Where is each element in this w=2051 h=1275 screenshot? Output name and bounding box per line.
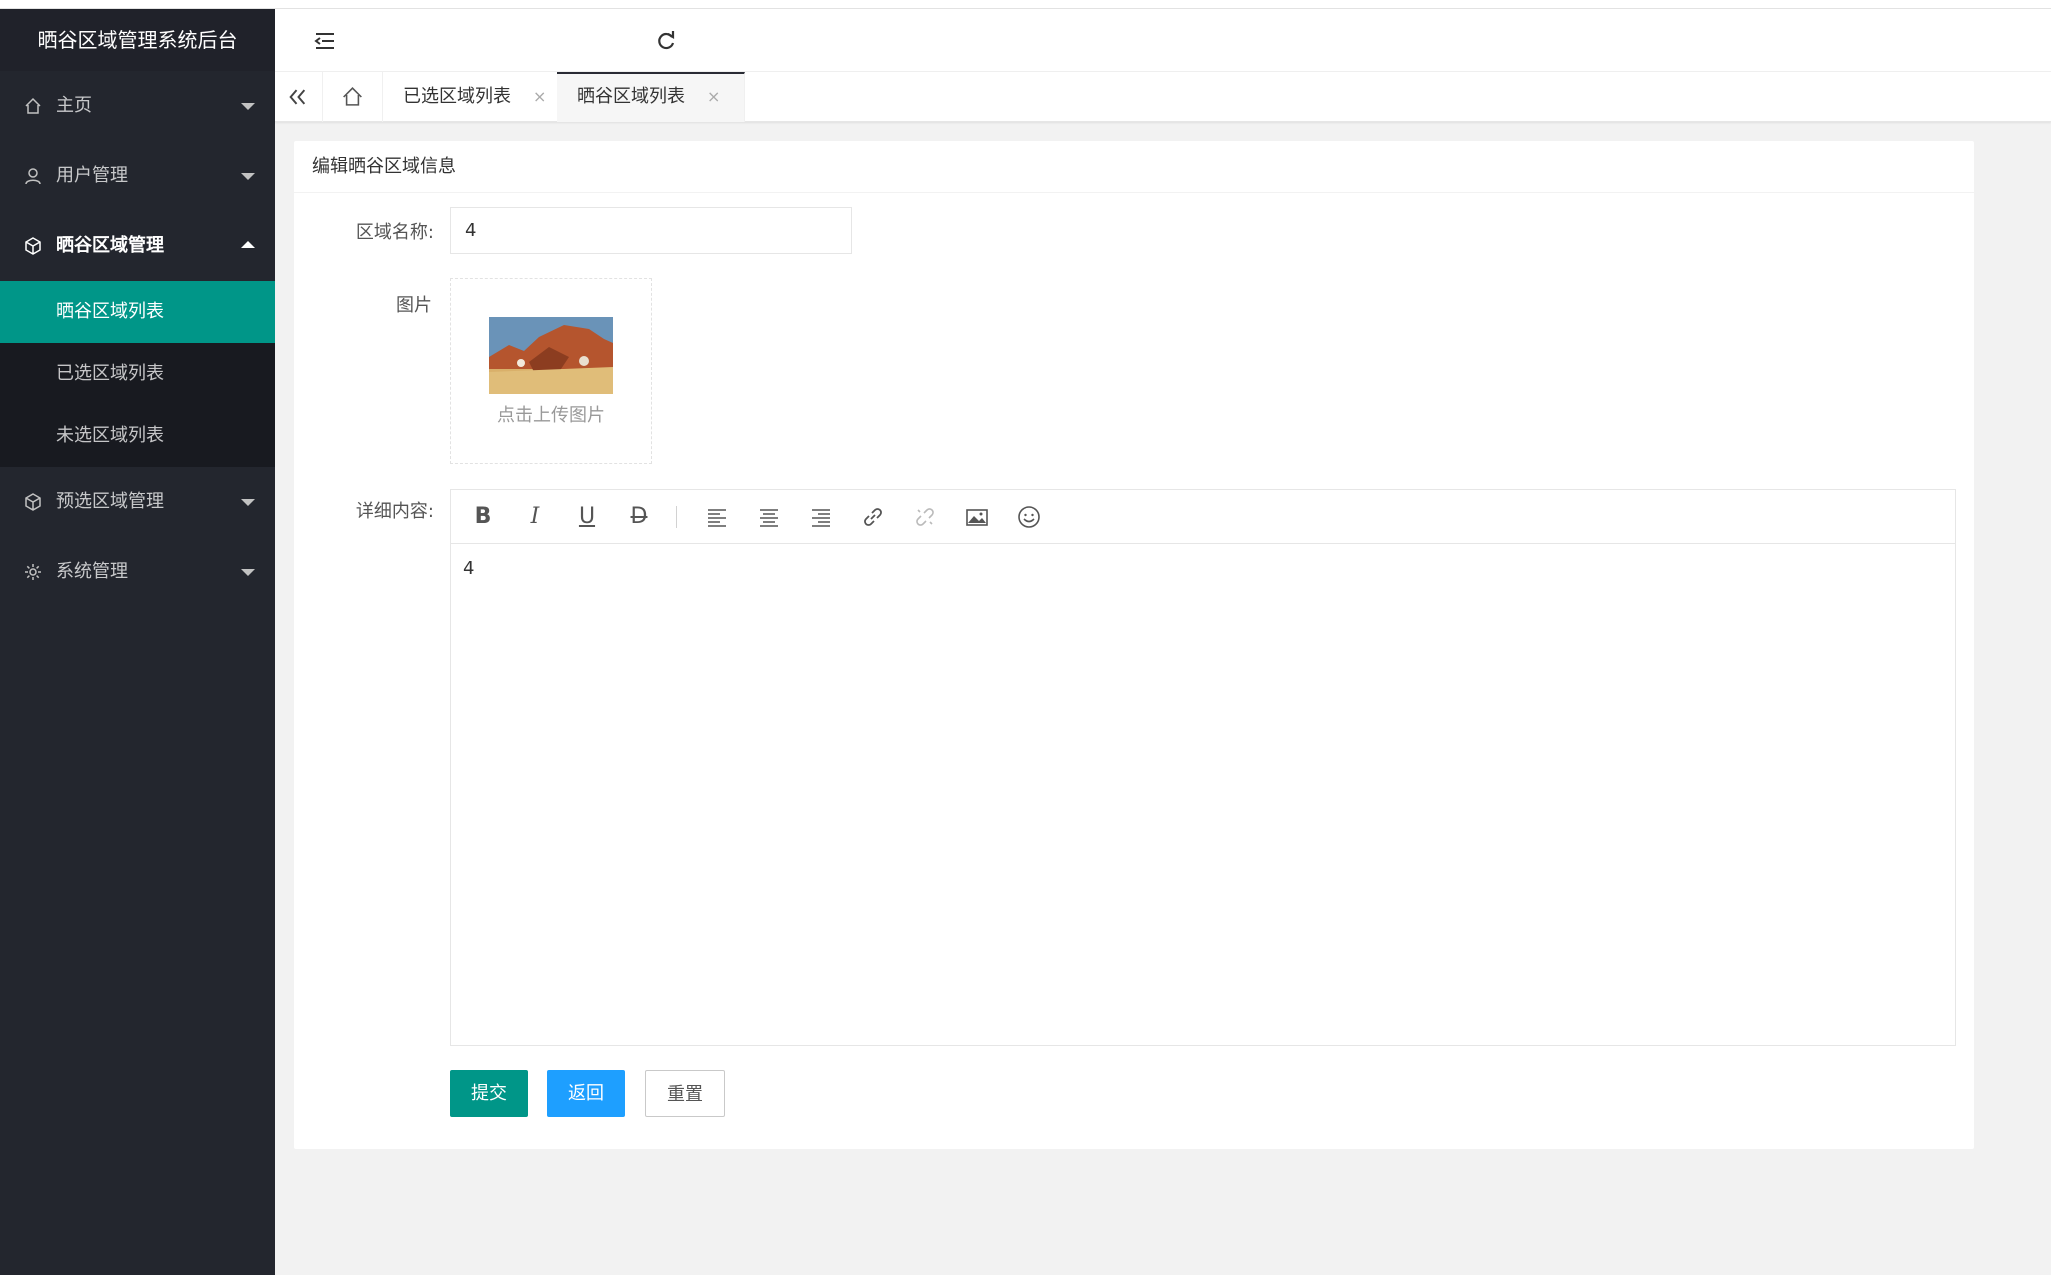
gear-icon [25,564,41,580]
italic-icon[interactable]: I [521,503,549,531]
caret-down-icon [241,569,255,576]
nav-item-label: 预选区域管理 [56,491,164,512]
image-upload[interactable]: 点击上传图片 [450,278,652,464]
image-label: 图片 [396,295,432,316]
top-border [0,0,2051,9]
subnav-item-selected-list[interactable]: 已选区域列表 [0,343,275,405]
tab-label: 晒谷区域列表 [577,86,685,107]
nav-item-label: 主页 [56,95,92,116]
cube-icon [25,493,41,511]
rich-text-editor: B I U D 4 [450,489,1956,1046]
align-left-icon[interactable] [703,503,731,531]
link-icon[interactable] [859,503,887,531]
nav-item-system-management[interactable]: 系统管理 [0,537,275,607]
editor-content[interactable]: 4 [451,544,1955,1044]
name-label: 区域名称: [355,222,434,243]
reset-button[interactable]: 重置 [645,1070,725,1117]
menu-fold-icon[interactable] [310,26,340,56]
align-center-icon[interactable] [755,503,783,531]
tabs-scroll-left-icon[interactable] [275,72,323,122]
tab-label: 已选区域列表 [403,86,511,107]
nav-item-home[interactable]: 主页 [0,71,275,141]
unlink-icon[interactable] [911,503,939,531]
app-title: 晒谷区域管理系统后台 [0,9,275,71]
close-icon[interactable]: × [707,74,720,120]
nav-item-users[interactable]: 用户管理 [0,141,275,211]
nav-item-area-management[interactable]: 晒谷区域管理 [0,211,275,281]
refresh-icon[interactable] [651,26,681,56]
edit-card: 编辑晒谷区域信息 区域名称: 图片 点击上传图片 详细内容: B I U D [294,141,1974,1149]
caret-down-icon [241,173,255,180]
tab-selected-list[interactable]: 已选区域列表 × [383,72,572,122]
sidebar: 晒谷区域管理系统后台 主页 用户管理 晒谷区域管理 晒谷区域列表 已选区域列表 … [0,9,275,1275]
emoji-icon[interactable] [1015,503,1043,531]
cube-icon [25,237,41,255]
caret-down-icon [241,103,255,110]
caret-up-icon [241,241,255,248]
tabs-bar: 已选区域列表 × 晒谷区域列表 × [275,72,2051,122]
tab-area-list[interactable]: 晒谷区域列表 × [557,72,746,122]
area-name-input[interactable] [450,207,852,254]
uploaded-image-thumbnail [489,317,613,394]
image-icon[interactable] [963,503,991,531]
nav-item-label: 系统管理 [56,561,128,582]
top-header [275,9,2051,72]
nav-item-label: 用户管理 [56,165,128,186]
toolbar-separator [676,506,677,528]
bold-icon[interactable]: B [469,503,497,531]
subnav-area-management: 晒谷区域列表 已选区域列表 未选区域列表 [0,281,275,467]
editor-toolbar: B I U D [451,490,1955,544]
nav-item-label: 晒谷区域管理 [56,235,164,256]
user-icon [25,168,41,185]
nav-item-preselect-management[interactable]: 预选区域管理 [0,467,275,537]
submit-button[interactable]: 提交 [450,1070,528,1117]
subnav-item-unselected-list[interactable]: 未选区域列表 [0,405,275,467]
back-button[interactable]: 返回 [547,1070,625,1117]
strikethrough-icon[interactable]: D [625,503,653,531]
align-right-icon[interactable] [807,503,835,531]
detail-label: 详细内容: [355,501,434,522]
caret-down-icon [241,499,255,506]
close-icon[interactable]: × [533,72,546,122]
underline-icon[interactable]: U [573,503,601,531]
upload-hint: 点击上传图片 [497,405,605,426]
subnav-item-area-list[interactable]: 晒谷区域列表 [0,281,275,343]
card-title: 编辑晒谷区域信息 [294,141,1974,193]
home-tab-icon[interactable] [323,72,383,122]
home-icon [25,97,41,114]
